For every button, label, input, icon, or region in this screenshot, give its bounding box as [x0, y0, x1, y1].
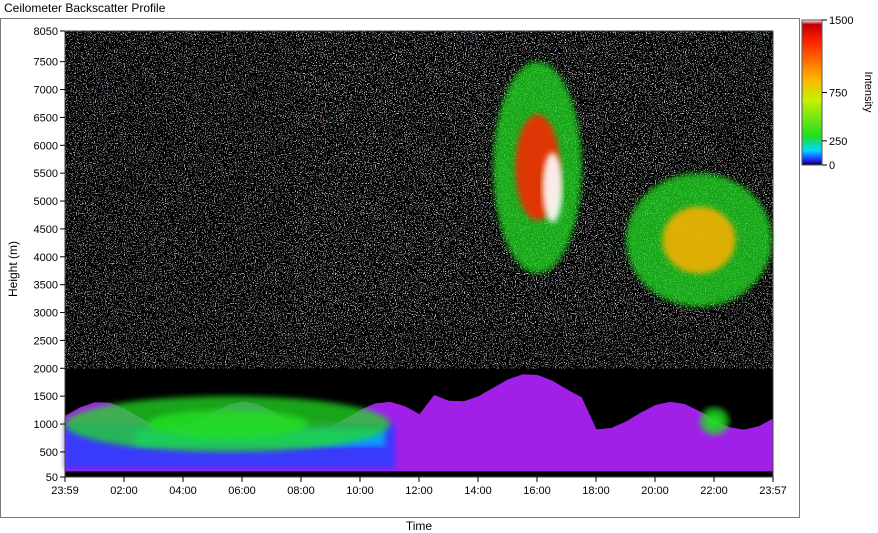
x-tick-label: 23:57: [759, 485, 787, 497]
x-axis: 23:59 02:00 04:00 06:00 08:00 10:00 12:00 14:00…: [51, 477, 787, 497]
y-tick-label: 8050: [34, 26, 58, 38]
y-tick-label: 3000: [34, 308, 58, 320]
colorbar-tick-label: 250: [829, 136, 847, 148]
y-tick-label: 5000: [34, 196, 58, 208]
y-tick-label: 500: [40, 447, 58, 459]
heatmap-plot[interactable]: 50 500 1000 1500 2000 2500 3000 3500 4000 4500 500…: [1, 19, 799, 517]
colorbar-tick-label: 0: [829, 160, 835, 172]
window-title: Ceilometer Backscatter Profile: [4, 1, 166, 15]
y-tick-label: 6500: [34, 112, 58, 124]
x-tick-label: 02:00: [110, 485, 138, 497]
colorbar-label: Intensity: [862, 71, 874, 113]
x-tick-label: 04:00: [169, 485, 197, 497]
x-tick-label: 16:00: [523, 485, 551, 497]
x-tick-label: 08:00: [287, 485, 315, 497]
cloud-feature-core: [662, 206, 736, 274]
y-tick-label: 5500: [34, 168, 58, 180]
x-tick-label: 18:00: [582, 485, 610, 497]
colorbar-gradient: [801, 19, 823, 166]
y-tick-label: 7500: [34, 57, 58, 69]
y-tick-label: 1500: [34, 391, 58, 403]
colorbar-tick-label: 750: [829, 88, 847, 100]
y-tick-label: 7000: [34, 85, 58, 97]
x-tick-label: 23:59: [51, 485, 79, 497]
plot-area: [64, 30, 774, 478]
y-tick-label: 50: [46, 472, 58, 484]
y-tick-label: 1000: [34, 419, 58, 431]
cloud-feature-core: [146, 410, 309, 438]
x-tick-label: 06:00: [228, 485, 256, 497]
colorbar-tick-label: 1500: [829, 16, 853, 27]
cloud-feature-core: [707, 414, 722, 429]
x-axis-label: Time: [405, 519, 433, 533]
ground-strip: [65, 473, 773, 477]
y-tick-label: 4000: [34, 252, 58, 264]
y-axis: 50 500 1000 1500 2000 2500 3000 3500 4000 4500 500…: [34, 26, 65, 484]
x-tick-label: 20:00: [641, 485, 669, 497]
y-tick-label: 2000: [34, 363, 58, 375]
chart-panel: Height (m) Time 50 500 1000 1500 2000 2500 300…: [0, 18, 800, 533]
x-tick-label: 14:00: [464, 485, 492, 497]
y-tick-label: 3500: [34, 280, 58, 292]
y-tick-label: 4500: [34, 224, 58, 236]
cloud-feature-peak: [542, 152, 563, 223]
y-tick-label: 2500: [34, 335, 58, 347]
x-tick-label: 10:00: [346, 485, 374, 497]
colorbar: 0 250 750 1500: [801, 16, 853, 172]
y-tick-label: 6000: [34, 140, 58, 152]
x-tick-label: 22:00: [700, 485, 728, 497]
app-window: Ceilometer Backscatter Profile Height (m…: [0, 0, 878, 533]
x-tick-label: 12:00: [405, 485, 433, 497]
